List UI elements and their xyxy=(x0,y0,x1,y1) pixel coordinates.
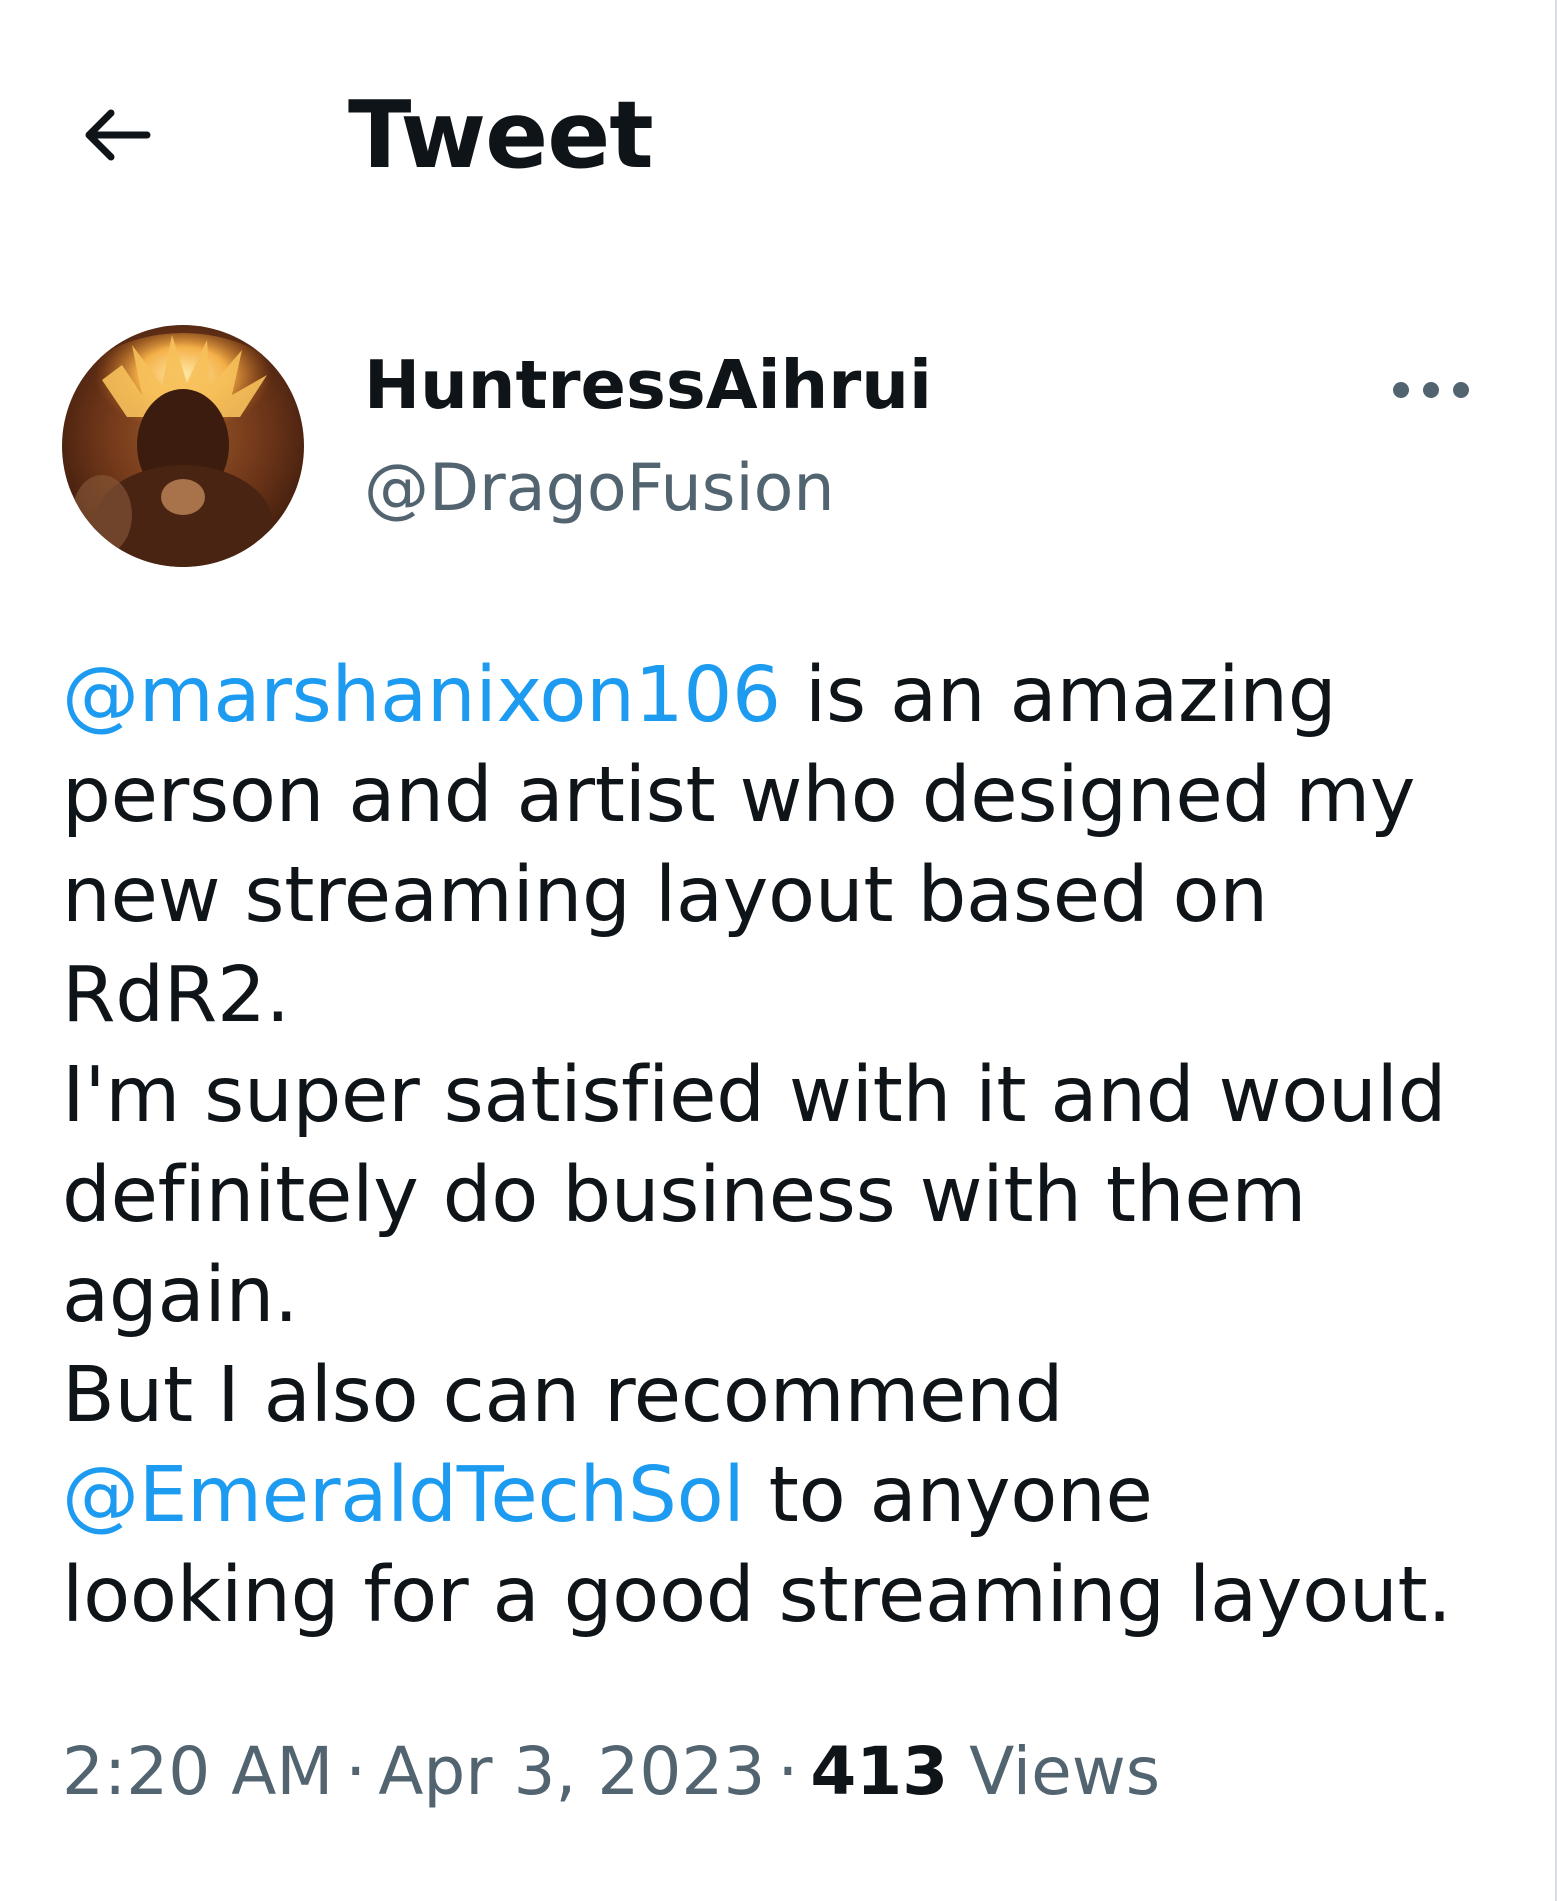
tweet-line: RdR2. xyxy=(62,946,1522,1046)
arrow-left-icon xyxy=(85,109,151,161)
tweet-line: person and artist who designed my xyxy=(62,746,1522,846)
tweet-text-segment: definitely do business with them xyxy=(62,1151,1307,1240)
tweet-text-segment: is an amazing xyxy=(780,651,1337,740)
tweet-page: Tweet HuntressAihrui @DragoFusion @marsh… xyxy=(0,0,1557,1901)
tweet-text: @marshanixon106 is an amazing person and … xyxy=(62,646,1522,1646)
tweet-text-segment: But I also can recommend xyxy=(62,1351,1064,1440)
tweet-text-segment: person and artist who designed my xyxy=(62,751,1416,840)
tweet-line: @marshanixon106 is an amazing xyxy=(62,646,1522,746)
views-label: Views xyxy=(969,1733,1161,1810)
views-count: 413 xyxy=(810,1733,949,1810)
mention-link[interactable]: @marshanixon106 xyxy=(62,651,781,740)
tweet-meta: 2:20 AM · Apr 3, 2023 · 413 Views xyxy=(62,1727,1160,1817)
tweet-line: I'm super satisfied with it and would xyxy=(62,1046,1522,1146)
avatar[interactable] xyxy=(62,325,304,567)
page-title: Tweet xyxy=(348,81,654,189)
back-button[interactable] xyxy=(62,92,172,178)
tweet-text-segment: new streaming layout based on xyxy=(62,851,1268,940)
more-options-button[interactable] xyxy=(1366,350,1496,430)
tweet-line: But I also can recommend xyxy=(62,1346,1522,1446)
tweet-text-segment: I'm super satisfied with it and would xyxy=(62,1051,1447,1140)
tweet-line: looking for a good streaming layout. xyxy=(62,1546,1522,1646)
mention-link[interactable]: @EmeraldTechSol xyxy=(62,1451,745,1540)
tweet-line: new streaming layout based on xyxy=(62,846,1522,946)
meta-separator: · xyxy=(777,1733,799,1810)
tweet-text-segment: RdR2. xyxy=(62,951,290,1040)
tweet-text-segment: looking for a good streaming layout. xyxy=(62,1551,1452,1640)
tweet-line: @EmeraldTechSol to anyone xyxy=(62,1446,1522,1546)
tweet-line: definitely do business with them xyxy=(62,1146,1522,1246)
tweet-line: again. xyxy=(62,1246,1522,1346)
author-handle[interactable]: @DragoFusion xyxy=(364,449,835,529)
tweet-date[interactable]: Apr 3, 2023 xyxy=(378,1733,765,1810)
tweet-text-segment: again. xyxy=(62,1251,299,1340)
author-display-name[interactable]: HuntressAihrui xyxy=(364,345,932,425)
more-horizontal-icon xyxy=(1393,382,1469,398)
tweet-time[interactable]: 2:20 AM xyxy=(62,1733,333,1810)
header: Tweet xyxy=(0,0,1557,260)
tweet-text-segment: to anyone xyxy=(744,1451,1153,1540)
meta-separator: · xyxy=(345,1733,367,1810)
